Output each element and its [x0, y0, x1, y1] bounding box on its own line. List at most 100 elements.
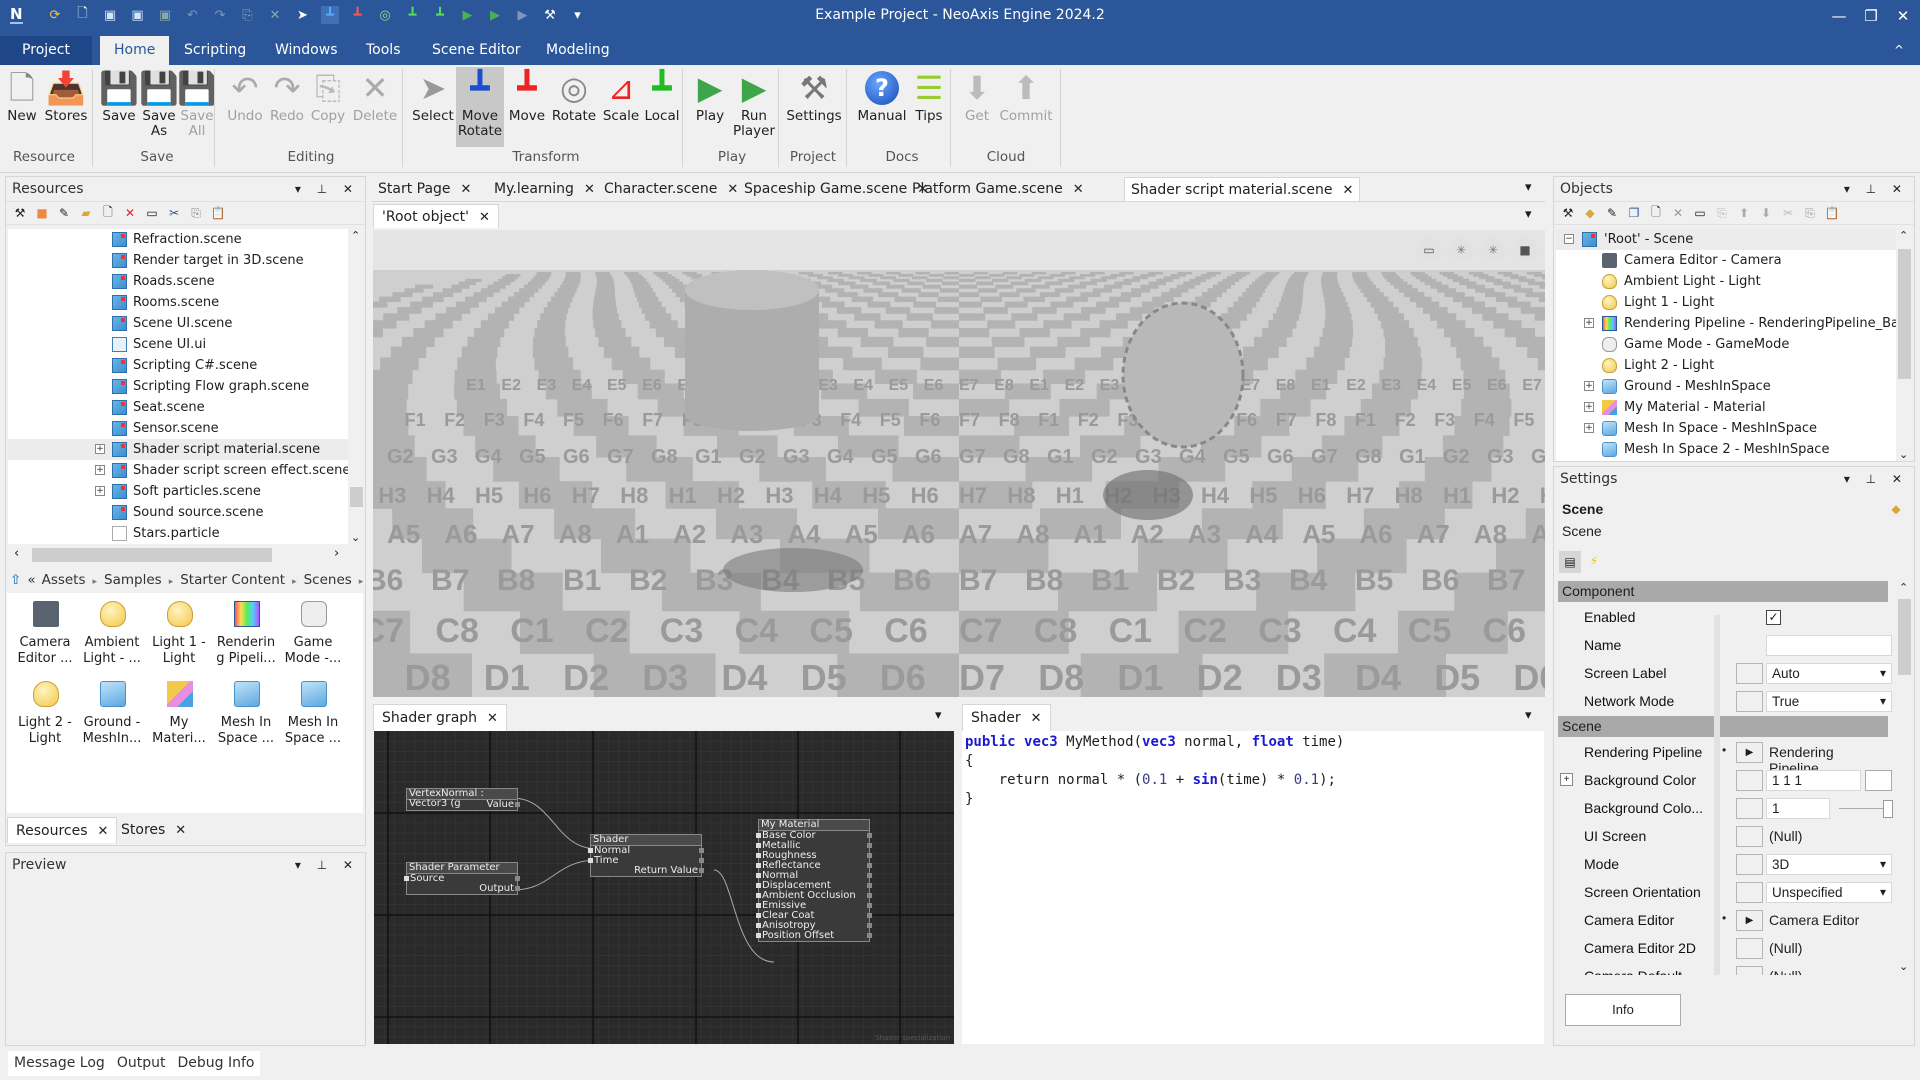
close-button[interactable]: ✕: [1888, 4, 1918, 28]
grid-item[interactable]: My Materi...: [148, 679, 210, 747]
delete-icon[interactable]: ✕: [1670, 205, 1686, 221]
close-icon[interactable]: ✕: [584, 182, 595, 197]
close-icon[interactable]: ✕: [461, 182, 472, 197]
tab-root-object[interactable]: 'Root object' ✕: [373, 204, 499, 228]
ribbon-button-stores[interactable]: 📥 Stores: [40, 67, 92, 147]
output-pin[interactable]: [867, 933, 872, 938]
scene-viewport[interactable]: E1 E2 E3 E4 E5 E6 E7 E8 E1 E2 E3 E4 E5 E6 E7 E8 E1 E2 E3 E4…: [373, 230, 1545, 697]
settings-vscroll[interactable]: ⌃ ⌄: [1896, 581, 1912, 975]
new-folder-icon[interactable]: ▰: [78, 205, 94, 221]
ribbon-button-delete[interactable]: ✕ Delete: [350, 67, 400, 147]
move-up-icon[interactable]: ⬆: [1736, 205, 1752, 221]
reference-expand-button[interactable]: ▶: [1736, 742, 1763, 763]
material-icon[interactable]: ◆: [1888, 501, 1904, 517]
input-pin[interactable]: [756, 843, 761, 848]
grid-item[interactable]: Light 1 - Light: [148, 599, 210, 667]
grid-item[interactable]: Renderin g Pipeli...: [215, 599, 277, 667]
close-icon[interactable]: ✕: [1031, 711, 1042, 726]
rename-icon[interactable]: ▭: [1692, 205, 1708, 221]
output-pin[interactable]: [699, 848, 704, 853]
property-reference-button[interactable]: [1736, 798, 1763, 819]
code-overflow-icon[interactable]: ▾: [1525, 708, 1532, 723]
graph-node-vn[interactable]: VertexNormal : Vector3 (g Value: [406, 788, 520, 811]
output-pin[interactable]: [867, 903, 872, 908]
close-icon[interactable]: ✕: [487, 711, 498, 726]
tab-scene-editor[interactable]: Scene Editor: [418, 36, 535, 65]
expand-icon[interactable]: +: [95, 465, 105, 475]
ribbon-button-tips[interactable]: ☰ Tips: [906, 67, 952, 147]
move-down-icon[interactable]: ⬇: [1758, 205, 1774, 221]
ribbon-button-scale[interactable]: ⊿ Scale: [599, 67, 643, 147]
property-reference-button[interactable]: [1736, 882, 1763, 903]
tab-debug-info[interactable]: Debug Info: [177, 1051, 254, 1076]
input-pin[interactable]: [756, 833, 761, 838]
resource-item[interactable]: Scene UI.ui: [8, 334, 348, 355]
slider-thumb[interactable]: [1883, 800, 1893, 818]
expand-icon[interactable]: +: [1584, 318, 1594, 328]
new-object-icon[interactable]: 🗋: [1648, 205, 1664, 221]
restore-button[interactable]: ❐: [1856, 4, 1886, 28]
ribbon-button-rotate[interactable]: ◎ Rotate: [549, 67, 599, 147]
light-icon[interactable]: ✳: [1481, 238, 1505, 262]
property-dropdown[interactable]: Auto: [1766, 663, 1892, 684]
category-scene[interactable]: Scene: [1558, 716, 1888, 737]
property-reference-button[interactable]: [1736, 663, 1763, 684]
close-icon[interactable]: ✕: [727, 182, 738, 197]
grid-item[interactable]: Mesh In Space ...: [215, 679, 277, 747]
breadcrumb-item[interactable]: Starter Content: [180, 572, 285, 588]
objects-tree[interactable]: − 'Root' - Scene Camera Editor - Camera Amb…: [1556, 229, 1896, 461]
resource-item[interactable]: Seat.scene: [8, 397, 348, 418]
graph-node-mm[interactable]: My Material Base Color Metallic Roughness Re…: [756, 819, 872, 942]
ribbon-button-settings[interactable]: ⚒ Settings: [786, 67, 842, 147]
ribbon-button-get[interactable]: ⬇ Get: [958, 67, 996, 147]
close-icon[interactable]: ✕: [479, 210, 490, 225]
output-pin[interactable]: [867, 893, 872, 898]
resource-item[interactable]: Refraction.scene: [8, 229, 348, 250]
ribbon-button-run-player[interactable]: ▶ Run Player: [730, 67, 778, 147]
breadcrumb-item[interactable]: Scenes: [304, 572, 352, 588]
tab-scripting[interactable]: Scripting: [170, 36, 260, 65]
tab-output[interactable]: Output: [117, 1051, 166, 1076]
input-pin[interactable]: [756, 863, 761, 868]
resource-item[interactable]: Stars.particle: [8, 523, 348, 544]
material-icon[interactable]: ◆: [1582, 205, 1598, 221]
tab-windows[interactable]: Windows: [261, 36, 352, 65]
resources-hscroll[interactable]: ‹ ›: [8, 545, 364, 565]
grid-item[interactable]: Ambient Light - ...: [81, 599, 143, 667]
color-swatch[interactable]: [1865, 770, 1892, 791]
ribbon-button-move[interactable]: ┻ Move: [504, 67, 550, 147]
ribbon-button-redo[interactable]: ↷ Redo: [266, 67, 308, 147]
settings-icon[interactable]: ⚒: [1560, 205, 1576, 221]
ribbon-button-move-rotate[interactable]: ┻ Move Rotate: [456, 67, 504, 147]
new-file-icon[interactable]: 🗋: [100, 205, 116, 221]
ribbon-button-save-all[interactable]: 💾 Save All: [177, 67, 217, 147]
input-pin[interactable]: [404, 876, 409, 881]
input-pin[interactable]: [756, 873, 761, 878]
output-pin[interactable]: [867, 863, 872, 868]
property-reference-button[interactable]: [1736, 826, 1763, 847]
properties-icon[interactable]: ▤: [1559, 551, 1581, 573]
output-pin[interactable]: [867, 843, 872, 848]
output-pin[interactable]: [867, 833, 872, 838]
ribbon-button-copy[interactable]: ⎘ Copy: [307, 67, 349, 147]
output-pin[interactable]: [515, 802, 520, 807]
output-pin[interactable]: [699, 868, 704, 873]
object-tree-item[interactable]: Light 1 - Light: [1556, 292, 1896, 313]
object-tree-item[interactable]: Camera Editor - Camera: [1556, 250, 1896, 271]
close-icon[interactable]: ✕: [98, 824, 109, 839]
panel-controls[interactable]: ▾ ⊥ ✕: [1844, 177, 1908, 201]
close-icon[interactable]: ✕: [175, 823, 186, 838]
ribbon-button-new[interactable]: 🗋 New: [4, 67, 40, 147]
input-pin[interactable]: [588, 858, 593, 863]
object-tree-item[interactable]: + Mesh In Space - MeshInSpace: [1556, 418, 1896, 439]
tabs-overflow-icon[interactable]: ▾: [1525, 180, 1532, 195]
expand-icon[interactable]: +: [1584, 423, 1594, 433]
graph-node-sh[interactable]: Shader Normal Time Return Value: [588, 834, 704, 877]
input-pin[interactable]: [756, 883, 761, 888]
resource-item[interactable]: + Shader script screen effect.scene: [8, 460, 348, 481]
output-pin[interactable]: [867, 873, 872, 878]
resource-item[interactable]: Sound source.scene: [8, 502, 348, 523]
ribbon-button-select[interactable]: ➤ Select: [410, 67, 456, 147]
graph-node-sp[interactable]: Shader Parameter Source Output: [404, 862, 520, 895]
tab-shader[interactable]: Shader ✕: [962, 704, 1051, 731]
